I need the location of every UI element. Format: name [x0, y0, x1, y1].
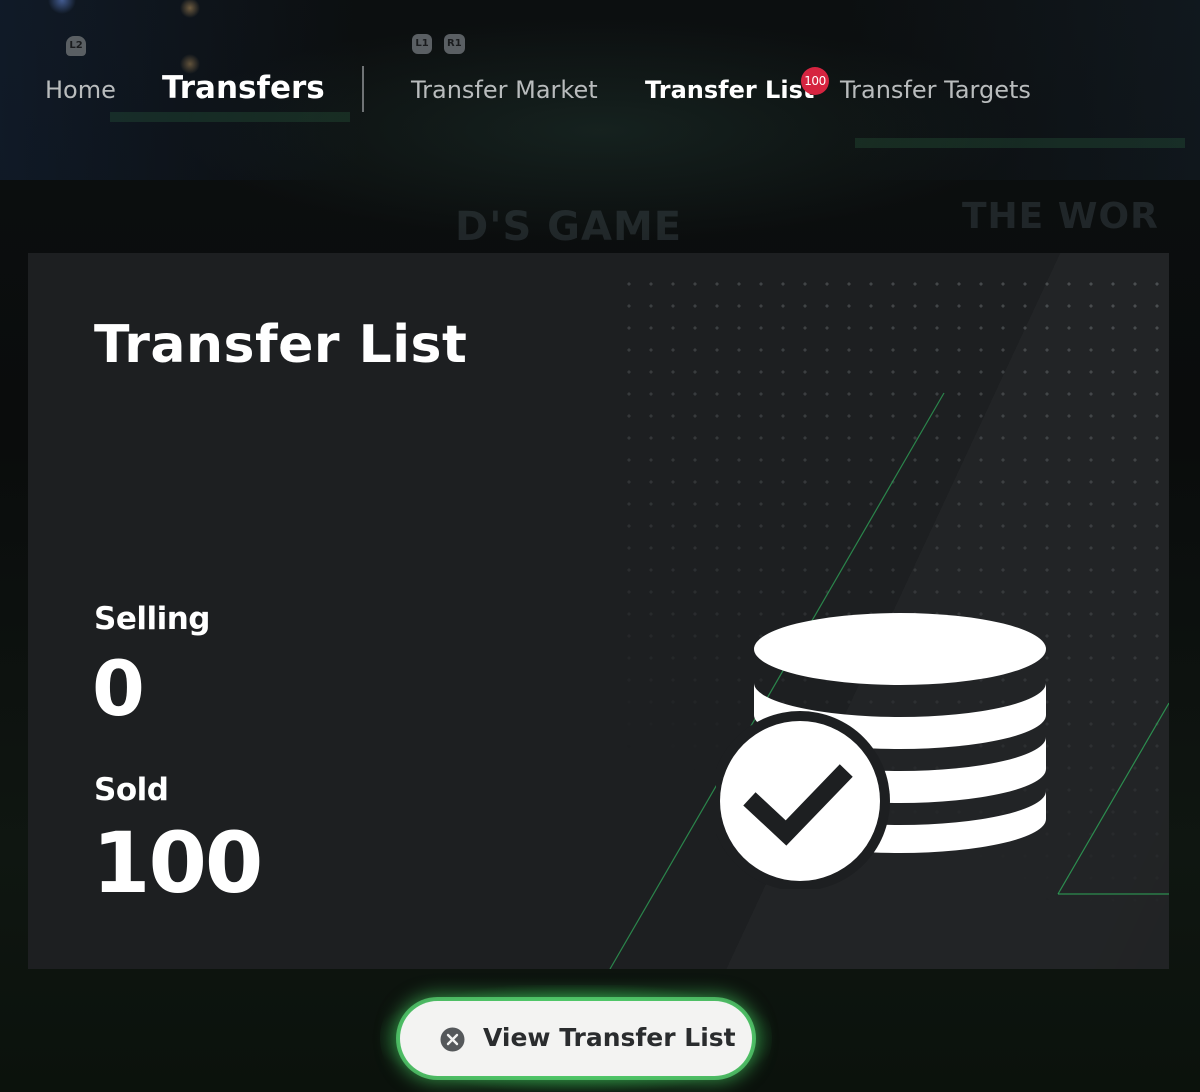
coin-stack-check-icon [716, 613, 1046, 889]
tab-transfer-targets[interactable]: Transfer Targets [840, 76, 1031, 104]
card-title: Transfer List [94, 315, 468, 375]
tab-transfer-market[interactable]: Transfer Market [411, 76, 598, 104]
view-transfer-list-button[interactable]: View Transfer List [400, 1001, 752, 1076]
notification-badge: 100 [801, 67, 829, 95]
background-stripe [110, 112, 350, 122]
sold-label: Sold [94, 772, 169, 808]
game-screen: D'S GAME THE WOR L2 L1 R1 Home Transfers… [0, 0, 1200, 1092]
l2-button-hint: L2 [66, 36, 86, 56]
background-stripe [855, 138, 1185, 148]
sold-count: 100 [92, 814, 263, 912]
nav-home[interactable]: Home [45, 76, 116, 104]
nav-divider [362, 66, 364, 112]
nav-transfers[interactable]: Transfers [162, 70, 325, 106]
selling-count: 0 [92, 644, 145, 733]
r1-button-hint: R1 [444, 34, 465, 54]
selling-label: Selling [94, 601, 211, 637]
background-banner-text: THE WOR [962, 196, 1159, 237]
x-button-icon [440, 1027, 465, 1052]
view-transfer-list-label: View Transfer List [483, 1023, 736, 1052]
tab-transfer-list[interactable]: Transfer List [645, 76, 814, 104]
background-banner-text: D'S GAME [455, 204, 683, 250]
transfer-list-card[interactable]: Transfer List Selling 0 Sold 100 [28, 253, 1169, 969]
l1-button-hint: L1 [412, 34, 432, 54]
